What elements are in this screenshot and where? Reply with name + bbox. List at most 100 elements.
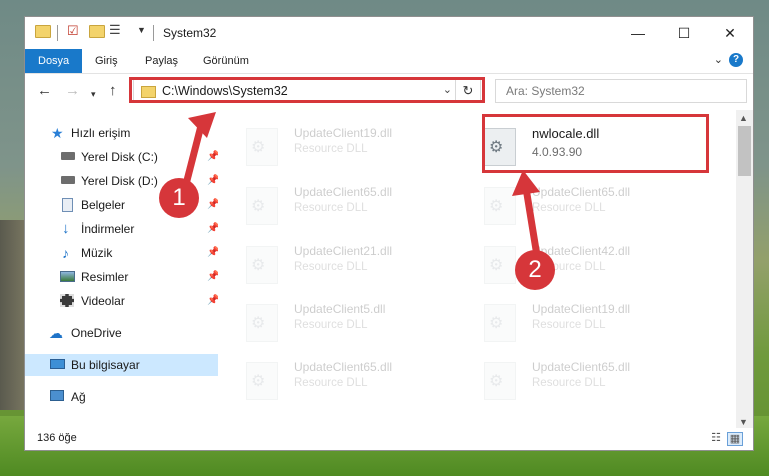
sidebar-item-label: Ağ xyxy=(71,390,86,404)
sidebar-item-music[interactable]: ♪ Müzik 📌 xyxy=(25,242,219,264)
step-2-badge: 2 xyxy=(515,250,555,290)
scroll-down-icon[interactable]: ▼ xyxy=(739,417,748,427)
status-bar: 136 öğe ☷ ▦ xyxy=(25,428,753,450)
list-item[interactable]: ⚙ UpdateClient65.dll Resource DLL xyxy=(456,356,686,406)
sidebar-item-label: OneDrive xyxy=(71,326,122,340)
sidebar-item-label: Hızlı erişim xyxy=(71,126,131,140)
dll-file-icon: ⚙ xyxy=(246,246,278,284)
tab-file[interactable]: Dosya xyxy=(25,49,83,73)
help-icon[interactable]: ? xyxy=(729,53,743,67)
step-1-badge: 1 xyxy=(159,178,199,218)
item-count: 136 öğe xyxy=(37,432,77,444)
maximize-button[interactable]: ☐ xyxy=(661,17,707,49)
videos-icon xyxy=(60,294,74,307)
file-description: Resource DLL xyxy=(294,202,368,214)
dll-file-icon: ⚙ xyxy=(484,187,516,225)
file-description: Resource DLL xyxy=(532,377,606,389)
file-description: Resource DLL xyxy=(532,202,606,214)
tab-home[interactable]: Giriş xyxy=(95,49,118,73)
details-view-icon[interactable]: ☷ xyxy=(709,432,723,444)
address-highlight-box xyxy=(129,77,485,103)
file-name: UpdateClient65.dll xyxy=(294,185,393,199)
up-button[interactable]: ↑ xyxy=(109,83,117,99)
sidebar-item-this-pc[interactable]: Bu bilgisayar xyxy=(25,354,218,376)
recent-locations-icon[interactable]: ▾ xyxy=(91,86,96,102)
quick-access-dropdown-icon[interactable]: ▼ xyxy=(137,25,146,35)
scrollbar-thumb[interactable] xyxy=(738,126,751,176)
expand-ribbon-icon[interactable]: ⌄ xyxy=(714,53,723,66)
star-icon: ★ xyxy=(51,125,64,141)
new-folder-icon[interactable] xyxy=(89,25,105,38)
file-description: Resource DLL xyxy=(294,143,368,155)
dll-file-icon: ⚙ xyxy=(484,304,516,342)
list-item[interactable]: ⚙ UpdateClient19.dll Resource DLL xyxy=(456,298,686,348)
dll-file-icon: ⚙ xyxy=(484,246,516,284)
file-description: Resource DLL xyxy=(294,261,368,273)
sidebar-item-videos[interactable]: Videolar 📌 xyxy=(25,290,219,312)
window-title: System32 xyxy=(163,26,217,40)
close-button[interactable]: ✕ xyxy=(707,17,753,49)
file-name: UpdateClient65.dll xyxy=(532,360,631,374)
drive-icon xyxy=(61,152,75,160)
divider xyxy=(153,25,154,41)
file-description: Resource DLL xyxy=(532,319,606,331)
search-placeholder: Ara: System32 xyxy=(506,84,585,98)
dll-file-icon: ⚙ xyxy=(246,128,278,166)
search-input[interactable]: Ara: System32 xyxy=(495,79,747,103)
sidebar-item-quick-access[interactable]: ★ Hızlı erişim xyxy=(25,122,218,144)
list-item[interactable]: ⚙ UpdateClient42.dll Resource DLL xyxy=(456,240,686,290)
sidebar-item-network[interactable]: Ağ xyxy=(25,386,218,408)
sidebar-item-label: Belgeler xyxy=(81,198,126,212)
file-name: UpdateClient19.dll xyxy=(294,126,393,140)
sidebar-item-label: Müzik xyxy=(81,246,113,260)
drive-icon xyxy=(61,176,75,184)
scroll-up-icon[interactable]: ▲ xyxy=(739,113,748,123)
folder-icon xyxy=(35,25,51,38)
computer-icon xyxy=(50,359,65,369)
customize-icon[interactable]: ☰ xyxy=(109,22,121,38)
download-icon: ↓ xyxy=(62,220,70,237)
cloud-icon: ☁ xyxy=(49,325,63,341)
properties-icon[interactable]: ☑ xyxy=(67,23,79,39)
sidebar-item-label: Videolar xyxy=(81,294,125,308)
minimize-button[interactable]: — xyxy=(615,17,661,49)
tiles-view-icon[interactable]: ▦ xyxy=(727,432,743,446)
tab-view[interactable]: Görünüm xyxy=(203,49,249,73)
sidebar-item-pictures[interactable]: Resimler 📌 xyxy=(25,266,219,288)
sidebar-item-label: Yerel Disk (C:) xyxy=(81,150,158,164)
list-item[interactable]: ⚙ UpdateClient65.dll Resource DLL xyxy=(218,181,448,231)
file-description: Resource DLL xyxy=(294,377,368,389)
file-name: UpdateClient65.dll xyxy=(532,185,631,199)
sidebar-item-label: Resimler xyxy=(81,270,129,284)
sidebar-item-label: Bu bilgisayar xyxy=(71,358,140,372)
file-name: UpdateClient21.dll xyxy=(294,244,393,258)
sidebar-item-label: İndirmeler xyxy=(81,222,135,236)
sidebar-item-downloads[interactable]: ↓ İndirmeler 📌 xyxy=(25,218,219,240)
forward-button[interactable]: → xyxy=(65,83,80,99)
divider xyxy=(57,25,58,41)
documents-icon xyxy=(62,198,73,212)
sidebar-item-drive-c[interactable]: Yerel Disk (C:) 📌 xyxy=(25,146,219,168)
list-item[interactable]: ⚙ UpdateClient5.dll Resource DLL xyxy=(218,298,448,348)
list-item[interactable]: ⚙ UpdateClient19.dll Resource DLL xyxy=(218,122,448,172)
file-highlight-box xyxy=(482,114,709,173)
file-name: UpdateClient65.dll xyxy=(294,360,393,374)
dll-file-icon: ⚙ xyxy=(246,187,278,225)
network-icon xyxy=(50,390,64,401)
sidebar-item-onedrive[interactable]: ☁ OneDrive xyxy=(25,322,218,344)
file-description: Resource DLL xyxy=(294,319,368,331)
back-button[interactable]: ← xyxy=(37,83,52,99)
list-item[interactable]: ⚙ UpdateClient65.dll Resource DLL xyxy=(456,181,686,231)
vertical-scrollbar[interactable]: ▲ ▼ xyxy=(736,110,753,430)
tab-share[interactable]: Paylaş xyxy=(145,49,178,73)
sidebar-item-label: Yerel Disk (D:) xyxy=(81,174,158,188)
music-icon: ♪ xyxy=(62,245,69,261)
dll-file-icon: ⚙ xyxy=(246,304,278,342)
ribbon-tabs: Dosya Giriş Paylaş Görünüm ⌄ ? xyxy=(25,49,753,74)
dll-file-icon: ⚙ xyxy=(246,362,278,400)
list-item[interactable]: ⚙ UpdateClient65.dll Resource DLL xyxy=(218,356,448,406)
title-bar: ☑ ☰ ▼ System32 — ☐ ✕ xyxy=(25,17,753,49)
dll-file-icon: ⚙ xyxy=(484,362,516,400)
navigation-pane: ★ Hızlı erişim Yerel Disk (C:) 📌 Yerel D… xyxy=(25,110,219,410)
list-item[interactable]: ⚙ UpdateClient21.dll Resource DLL xyxy=(218,240,448,290)
